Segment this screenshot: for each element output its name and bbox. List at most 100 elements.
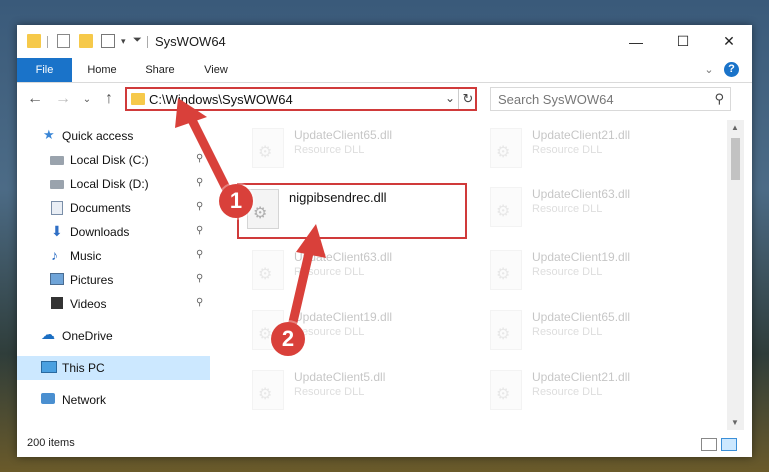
gear-icon: ⚙ (253, 205, 268, 222)
dropdown-icon[interactable]: ⏷ (133, 34, 147, 48)
sidebar-item-music[interactable]: ♪ Music ⚲ (17, 244, 210, 268)
up-button[interactable]: ↑ (99, 87, 119, 111)
computer-icon (41, 361, 57, 373)
file-name: UpdateClient19.dll (532, 250, 631, 264)
sidebar-item-label: Pictures (70, 273, 114, 287)
file-list: ⚙ UpdateClient65.dll Resource DLL ⚙ nigp… (224, 120, 724, 430)
sidebar-item-videos[interactable]: Videos ⚲ (17, 292, 210, 316)
file-type: Resource DLL (294, 386, 365, 398)
file-item[interactable]: ⚙ UpdateClient65.dll Resource DLL (244, 124, 474, 180)
tab-view[interactable]: View (193, 58, 239, 82)
file-item[interactable]: ⚙ UpdateClient63.dll Resource DLL (482, 183, 712, 239)
properties-icon[interactable] (57, 34, 70, 48)
search-input[interactable]: Search SysWOW64 ⚲ (490, 87, 731, 111)
sidebar-item-local-disk-d[interactable]: Local Disk (D:) ⚲ (17, 172, 210, 196)
file-name: UpdateClient5.dll (294, 370, 386, 384)
sidebar-item-label: Music (70, 249, 102, 263)
address-path[interactable]: C:\Windows\SysWOW64 (149, 92, 293, 107)
file-name: UpdateClient21.dll (532, 370, 631, 384)
file-item[interactable]: ⚙ UpdateClient65.dll Resource DLL (482, 306, 712, 362)
sidebar-item-documents[interactable]: Documents ⚲ (17, 196, 210, 220)
scroll-up-icon[interactable]: ▲ (731, 123, 739, 132)
gear-icon: ⚙ (496, 203, 511, 220)
file-type: Resource DLL (532, 266, 603, 278)
sidebar-item-label: Local Disk (D:) (70, 177, 149, 191)
ribbon-tabs: File Home Share View ⌄ ? (17, 58, 752, 83)
gear-icon: ⚙ (496, 266, 511, 283)
ribbon-expand-icon[interactable]: ⌄ (701, 58, 717, 82)
cloud-icon: ☁ (41, 326, 55, 342)
gear-icon: ⚙ (496, 326, 511, 343)
separator (147, 36, 148, 48)
tab-share[interactable]: Share (137, 58, 183, 82)
sidebar-item-pictures[interactable]: Pictures ⚲ (17, 268, 210, 292)
file-item[interactable]: ⚙ UpdateClient5.dll Resource DLL (244, 366, 474, 422)
tab-file[interactable]: File (17, 58, 72, 82)
sidebar-item-label: Quick access (62, 129, 134, 143)
file-type: Resource DLL (532, 144, 603, 156)
new-folder-icon[interactable] (79, 34, 93, 48)
gear-icon: ⚙ (258, 266, 273, 283)
file-item[interactable]: ⚙ UpdateClient21.dll Resource DLL (482, 366, 712, 422)
gear-icon: ⚙ (258, 144, 273, 161)
close-button[interactable]: ✕ (706, 25, 752, 58)
scroll-down-icon[interactable]: ▼ (731, 418, 739, 427)
pin-icon: ⚲ (196, 249, 204, 260)
sidebar-item-onedrive[interactable]: ☁ OneDrive (17, 324, 210, 348)
pin-icon: ⚲ (196, 297, 204, 308)
search-placeholder: Search SysWOW64 (498, 92, 614, 107)
back-button[interactable]: ← (25, 87, 45, 111)
separator (47, 36, 48, 48)
scrollbar-thumb[interactable] (731, 138, 740, 180)
file-type: Resource DLL (294, 266, 365, 278)
file-name: UpdateClient19.dll (294, 310, 393, 324)
forward-button[interactable]: → (53, 87, 73, 111)
step-2-callout: 2 (271, 322, 305, 356)
videos-icon (51, 297, 63, 309)
file-item-highlighted[interactable]: ⚙ nigpibsendrec.dll (237, 183, 467, 239)
address-dropdown-icon[interactable]: ⌄ (445, 91, 455, 105)
file-name: UpdateClient65.dll (294, 128, 393, 142)
sidebar-item-downloads[interactable]: ⬇ Downloads ⚲ (17, 220, 210, 244)
maximize-button[interactable]: ☐ (660, 25, 706, 58)
title-bar: ▾ ⏷ SysWOW64 — ☐ ✕ (17, 25, 752, 58)
star-icon: ★ (43, 127, 55, 142)
file-type: Resource DLL (532, 326, 603, 338)
sidebar-item-label: OneDrive (62, 329, 113, 343)
file-item[interactable]: ⚙ UpdateClient63.dll Resource DLL (244, 246, 474, 302)
pictures-icon (50, 273, 64, 285)
file-type: Resource DLL (294, 144, 365, 156)
disk-icon (50, 156, 64, 165)
large-icons-view-icon[interactable] (721, 438, 737, 451)
recent-locations-button[interactable]: ⌄ (77, 87, 97, 111)
sidebar-item-this-pc[interactable]: This PC (17, 356, 210, 380)
documents-icon (51, 201, 63, 215)
tab-home[interactable]: Home (79, 58, 125, 82)
file-name: UpdateClient63.dll (294, 250, 393, 264)
disk-icon (50, 180, 64, 189)
sidebar-item-local-disk-c[interactable]: Local Disk (C:) ⚲ (17, 148, 210, 172)
sidebar-item-label: Videos (70, 297, 107, 311)
sidebar-item-label: This PC (62, 361, 105, 375)
file-name: UpdateClient63.dll (532, 187, 631, 201)
network-icon (41, 393, 55, 404)
help-icon[interactable]: ? (724, 62, 739, 77)
sidebar-item-quick-access[interactable]: ★ Quick access (17, 124, 210, 148)
details-view-icon[interactable] (701, 438, 717, 451)
refresh-button[interactable]: ↻ (458, 89, 477, 109)
customize-quick-access-icon[interactable] (101, 34, 115, 48)
window-title: SysWOW64 (155, 34, 226, 49)
address-bar[interactable]: C:\Windows\SysWOW64 ⌄ ↻ (125, 87, 477, 111)
pin-icon: ⚲ (196, 201, 204, 212)
sidebar-item-network[interactable]: Network (17, 388, 210, 412)
file-item[interactable]: ⚙ UpdateClient19.dll Resource DLL (482, 246, 712, 302)
minimize-button[interactable]: — (613, 25, 659, 58)
sidebar-item-label: Downloads (70, 225, 130, 239)
pin-icon: ⚲ (196, 225, 204, 236)
folder-icon[interactable] (27, 34, 41, 48)
folder-icon (131, 93, 145, 105)
vertical-scrollbar[interactable]: ▲ ▼ (727, 120, 744, 430)
step-1-callout: 1 (219, 184, 253, 218)
file-item[interactable]: ⚙ UpdateClient21.dll Resource DLL (482, 124, 712, 180)
search-icon[interactable]: ⚲ (714, 91, 724, 107)
